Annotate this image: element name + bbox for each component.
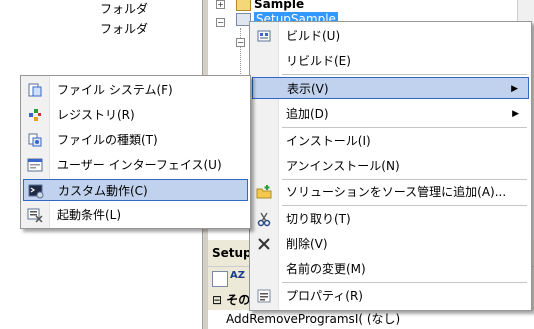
- menu-separator: [282, 282, 527, 283]
- folder-label-2: フォルダ: [100, 22, 149, 36]
- menu-item-label: プロパティ(R): [286, 289, 363, 303]
- submenu-item-user-interface[interactable]: ユーザー インターフェイス(U): [23, 154, 248, 176]
- menu-item-label: 表示(V): [287, 82, 329, 96]
- menu-item-rebuild[interactable]: リビルド(E): [252, 50, 529, 72]
- alphabetical-icon[interactable]: AZ: [230, 270, 245, 281]
- launch-conditions-icon: [27, 207, 43, 223]
- menu-item-label: 切り取り(T): [286, 212, 351, 226]
- submenu-item-file-system[interactable]: ファイル システム(F): [23, 79, 248, 101]
- menu-item-install[interactable]: インストール(I): [252, 130, 529, 152]
- menu-separator: [282, 74, 527, 75]
- categorized-icon[interactable]: [212, 271, 228, 287]
- collapse-toggle-icon[interactable]: −: [236, 38, 245, 47]
- menu-item-add[interactable]: 追加(D) ▶: [252, 103, 529, 125]
- menu-separator: [282, 205, 527, 206]
- menu-item-label: インストール(I): [286, 134, 371, 148]
- menu-item-label: ビルド(U): [286, 29, 341, 43]
- project-icon: [236, 0, 251, 11]
- delete-x-icon: [256, 236, 272, 252]
- file-types-icon: [27, 132, 43, 148]
- file-system-icon: [27, 82, 43, 98]
- submenu-item-registry[interactable]: レジストリ(R): [23, 104, 248, 126]
- menu-item-label: ファイルの種類(T): [57, 133, 158, 147]
- submenu-item-custom-actions[interactable]: カスタム動作(C): [23, 179, 248, 201]
- properties-icon: [256, 288, 272, 304]
- menu-item-uninstall[interactable]: アンインストール(N): [252, 155, 529, 177]
- menu-item-label: レジストリ(R): [57, 108, 135, 122]
- submenu-arrow-icon: ▶: [511, 84, 518, 94]
- expand-toggle-icon[interactable]: +: [216, 0, 225, 9]
- menu-item-label: ファイル システム(F): [57, 83, 173, 97]
- user-interface-icon: [27, 157, 43, 173]
- category-collapse-icon[interactable]: ⊟: [212, 293, 222, 307]
- menu-item-label: ユーザー インターフェイス(U): [57, 158, 222, 172]
- menu-item-label: リビルド(E): [286, 54, 351, 68]
- menu-item-label: 名前の変更(M): [286, 262, 366, 276]
- property-name: AddRemoveProgramsI(: [226, 312, 364, 326]
- submenu-item-file-types[interactable]: ファイルの種類(T): [23, 129, 248, 151]
- collapse-toggle-icon[interactable]: −: [216, 18, 225, 27]
- menu-item-properties[interactable]: プロパティ(R): [252, 285, 529, 307]
- menu-item-build[interactable]: ビルド(U): [252, 25, 529, 47]
- context-menu: ビルド(U) リビルド(E) 表示(V) ▶ 追加(D) ▶ インストール(I)…: [249, 21, 532, 311]
- folder-label-1: フォルダ: [100, 2, 149, 16]
- view-submenu: ファイル システム(F) レジストリ(R) ファイルの種類(T) ユーザー イン…: [20, 75, 251, 229]
- menu-item-label: カスタム動作(C): [58, 184, 148, 198]
- custom-actions-icon: [28, 183, 44, 199]
- menu-item-label: ソリューションをソース管理に追加(A)...: [286, 185, 507, 199]
- menu-item-add-to-source-control[interactable]: ソリューションをソース管理に追加(A)...: [252, 181, 529, 203]
- menu-item-cut[interactable]: 切り取り(T): [252, 208, 529, 230]
- registry-icon: [27, 107, 43, 123]
- properties-row[interactable]: AddRemoveProgramsI( (なし): [208, 310, 534, 329]
- submenu-arrow-icon: ▶: [512, 109, 519, 119]
- menu-item-delete[interactable]: 削除(V): [252, 233, 529, 255]
- property-value: (なし): [366, 312, 401, 326]
- menu-item-rename[interactable]: 名前の変更(M): [252, 258, 529, 280]
- category-label: その: [226, 293, 251, 307]
- build-icon: [256, 28, 272, 44]
- menu-item-label: 追加(D): [286, 107, 329, 121]
- menu-item-label: アンインストール(N): [286, 159, 400, 173]
- source-control-add-icon: [256, 184, 272, 200]
- menu-item-label: 起動条件(L): [57, 208, 122, 222]
- menu-item-view[interactable]: 表示(V) ▶: [252, 77, 529, 99]
- menu-separator: [282, 179, 527, 180]
- menu-separator: [282, 127, 527, 128]
- submenu-item-launch-conditions[interactable]: 起動条件(L): [23, 204, 248, 226]
- menu-item-label: 削除(V): [286, 237, 328, 251]
- scissors-icon: [256, 211, 272, 227]
- tree-item-label: Sample: [254, 0, 305, 11]
